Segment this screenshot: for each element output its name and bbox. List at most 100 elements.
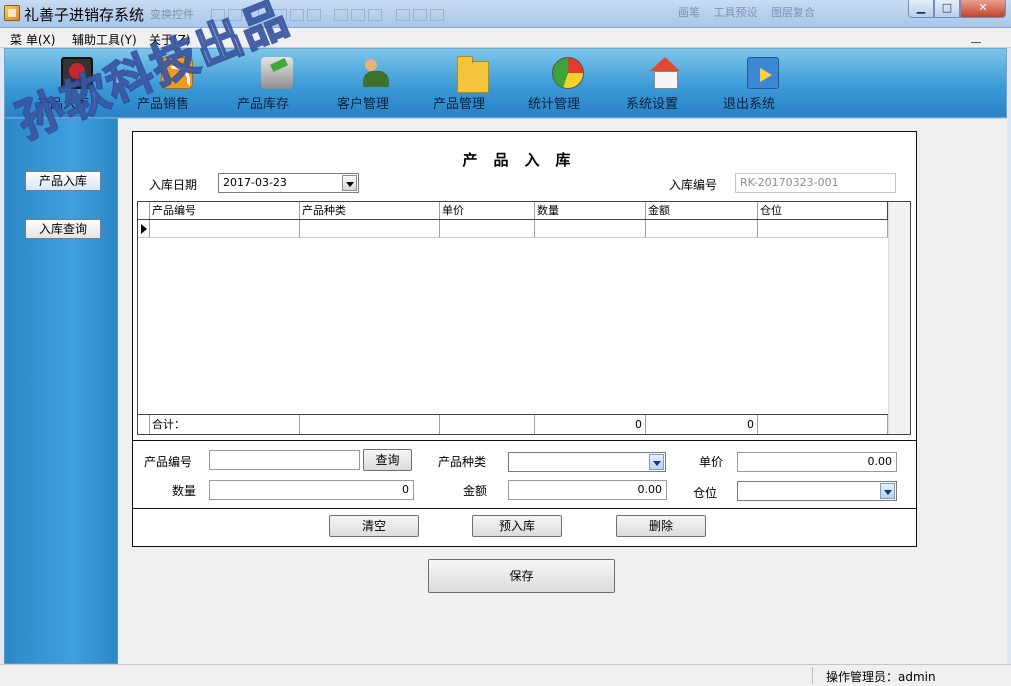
total-quantity: 0 <box>535 415 646 434</box>
price-label: 单价 <box>699 455 724 469</box>
maximize-button[interactable]: □ <box>934 0 960 18</box>
users-icon <box>361 57 393 89</box>
toolbar-label: 统计管理 <box>528 97 581 112</box>
nav-product-in[interactable]: 产品入库 <box>25 171 101 191</box>
table-cell[interactable] <box>300 220 440 237</box>
query-button[interactable]: 查询 <box>363 449 412 471</box>
ghost-toolbar-label: 变换控件 <box>150 8 194 21</box>
house-icon <box>650 57 682 89</box>
amount-input[interactable]: 0.00 <box>508 480 667 500</box>
column-header[interactable]: 金额 <box>646 202 758 219</box>
category-label: 产品种类 <box>438 455 487 469</box>
location-select[interactable] <box>737 481 897 501</box>
quantity-input[interactable]: 0 <box>209 480 414 500</box>
minimize-button[interactable]: ▁ <box>908 0 934 18</box>
column-header[interactable]: 产品种类 <box>300 202 440 219</box>
stock-in-code-field[interactable]: RK-20170323-001 <box>735 173 896 193</box>
current-row-arrow-icon <box>138 220 150 237</box>
table-cell[interactable] <box>150 220 300 237</box>
close-button[interactable]: ✕ <box>960 0 1006 18</box>
distribute-icon <box>395 9 410 21</box>
table-cell <box>758 415 888 434</box>
table-cell <box>440 415 535 434</box>
date-picker[interactable]: 2017-03-23 <box>218 173 359 193</box>
table-cell[interactable] <box>646 220 758 237</box>
distribute-icon <box>368 9 383 21</box>
nav-stock-in-query[interactable]: 入库查询 <box>25 219 101 239</box>
price-input[interactable]: 0.00 <box>737 452 897 472</box>
column-header[interactable]: 单价 <box>440 202 535 219</box>
save-button[interactable]: 保存 <box>428 559 615 593</box>
delete-button[interactable]: 删除 <box>616 515 706 537</box>
toolbar-product-in[interactable]: 产品入库 <box>37 57 117 112</box>
toolbar-label: 产品入库 <box>37 97 90 112</box>
table-cell <box>300 415 440 434</box>
quantity-label: 数量 <box>172 484 197 498</box>
row-indicator <box>138 415 150 434</box>
table-cell[interactable] <box>440 220 535 237</box>
chevron-down-icon[interactable] <box>649 454 664 470</box>
product-code-label: 产品编号 <box>144 455 193 469</box>
align-icon <box>228 9 243 21</box>
toolbar-label: 退出系统 <box>723 97 776 112</box>
chevron-down-icon[interactable] <box>880 483 895 499</box>
date-value: 2017-03-23 <box>223 176 287 189</box>
total-label: 合计： <box>150 415 300 434</box>
row-indicator <box>138 202 150 219</box>
location-label: 仓位 <box>693 486 718 500</box>
app-icon <box>4 5 20 21</box>
toolbar-statistics[interactable]: 统计管理 <box>528 57 608 112</box>
column-header[interactable]: 仓位 <box>758 202 888 219</box>
toolbar-label: 产品库存 <box>237 97 290 112</box>
amount-label: 金额 <box>463 484 488 498</box>
table-cell[interactable] <box>535 220 646 237</box>
divider <box>133 440 916 441</box>
distribute-icon <box>351 9 366 21</box>
toolbar-settings[interactable]: 系统设置 <box>626 57 706 112</box>
total-amount: 0 <box>646 415 758 434</box>
distribute-icon <box>412 9 427 21</box>
distribute-icon <box>306 9 321 21</box>
pie-chart-icon <box>552 57 584 89</box>
distribute-icon <box>289 9 304 21</box>
car-icon <box>261 57 293 89</box>
code-label: 入库编号 <box>669 178 718 192</box>
left-nav: 产品入库 入库查询 <box>4 118 118 664</box>
product-code-input[interactable] <box>209 450 360 470</box>
chevron-down-icon[interactable] <box>342 175 357 191</box>
table-row[interactable] <box>138 220 888 238</box>
table-cell[interactable] <box>758 220 888 237</box>
align-icon <box>245 9 260 21</box>
distribute-icon <box>429 9 444 21</box>
ghost-tab: 工具预设 <box>713 6 758 19</box>
operator-status: 操作管理员：admin <box>826 670 936 684</box>
category-select[interactable] <box>508 452 666 472</box>
folder-icon <box>457 56 489 93</box>
menu-main[interactable]: 菜 单(X) <box>10 31 55 48</box>
pre-stock-in-button[interactable]: 预入库 <box>472 515 562 537</box>
divider <box>812 667 813 684</box>
grid-scrollbar[interactable] <box>888 202 910 434</box>
content-area: 产品入库 入库日期 2017-03-23 入库编号 RK-20170323-00… <box>118 118 1007 664</box>
menu-tools[interactable]: 辅助工具(Y) <box>72 31 137 48</box>
toolbar-exit[interactable]: 退出系统 <box>723 57 803 112</box>
grid-header: 产品编号 产品种类 单价 数量 金额 仓位 <box>138 202 888 220</box>
column-header[interactable]: 产品编号 <box>150 202 300 219</box>
stock-in-grid[interactable]: 产品编号 产品种类 单价 数量 金额 仓位 合计： 0 0 <box>137 201 911 435</box>
align-icon <box>211 9 226 21</box>
title-bar: 礼善子进销存系统 变换控件 画笔 工具预设 图层复合 ▁ □ ✕ <box>0 0 1011 28</box>
toolbar-product-sales[interactable]: 产品销售 <box>137 57 217 112</box>
background-panel-tabs: 画笔 工具预设 图层复合 <box>678 4 825 20</box>
exit-icon <box>747 57 779 89</box>
toolbar-label: 客户管理 <box>337 97 390 112</box>
toolbar-customer-mgmt[interactable]: 客户管理 <box>337 57 417 112</box>
toolbar-product-mgmt[interactable]: 产品管理 <box>433 56 513 112</box>
page-title: 产品入库 <box>462 151 587 169</box>
window-title: 礼善子进销存系统 <box>24 6 145 24</box>
menu-about[interactable]: 关于(Z) <box>149 31 191 48</box>
clear-button[interactable]: 清空 <box>329 515 419 537</box>
column-header[interactable]: 数量 <box>535 202 646 219</box>
date-label: 入库日期 <box>149 178 198 192</box>
toolbar-product-stock[interactable]: 产品库存 <box>237 57 317 112</box>
distribute-icon <box>272 9 287 21</box>
